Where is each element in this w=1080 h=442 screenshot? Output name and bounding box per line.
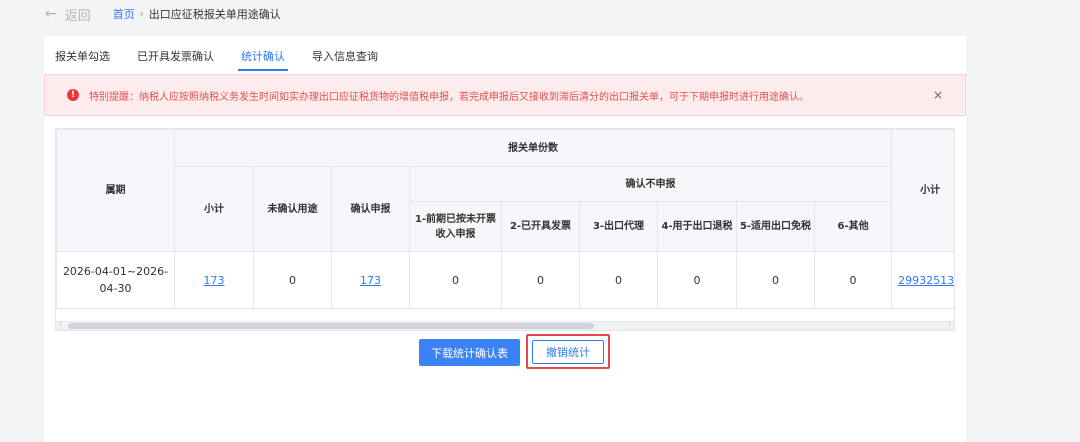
- header-no-report-3: 3-出口代理: [579, 201, 658, 252]
- scroll-right-icon[interactable]: ›: [948, 320, 951, 328]
- tab-statistics-confirm[interactable]: 统计确认: [238, 36, 288, 71]
- header-no-report-1: 1-前期已按未开票收入申报: [409, 201, 502, 252]
- cell-subtotal-link[interactable]: 173: [174, 251, 254, 309]
- alert-banner: ! 特别提醒：纳税人应按照纳税义务发生时间如实办理出口应征税货物的增值税申报，若…: [44, 74, 966, 116]
- top-nav-bar: ← 返回 首页 › 出口应征税报关单用途确认: [0, 0, 1080, 28]
- main-panel: 报关单勾选 已开具发票确认 统计确认 导入信息查询 ! 特别提醒：纳税人应按照纳…: [44, 36, 966, 442]
- breadcrumb-home[interactable]: 首页: [113, 6, 135, 22]
- tab-import-query[interactable]: 导入信息查询: [312, 36, 378, 71]
- cell-no-report-2: 0: [501, 251, 580, 309]
- breadcrumb-current: 出口应征税报关单用途确认: [148, 8, 281, 21]
- statistics-table: 属期 报关单份数 小计 小计 未确认用途 确认申报 确认不申报 1-前期已按未开…: [56, 129, 954, 309]
- tab-invoiced-confirm[interactable]: 已开具发票确认: [137, 36, 214, 71]
- cell-no-report-4: 0: [657, 251, 737, 309]
- header-confirm-report: 确认申报: [331, 166, 410, 252]
- header-unconfirmed: 未确认用途: [253, 166, 332, 252]
- right-subtotal-link-text[interactable]: 29932513.85: [898, 274, 954, 287]
- breadcrumb: 首页 › 出口应征税报关单用途确认: [113, 6, 281, 22]
- header-no-report-5: 5-适用出口免税: [736, 201, 815, 252]
- horizontal-scrollbar[interactable]: ‹ ›: [55, 320, 955, 331]
- header-period: 属期: [56, 129, 175, 252]
- table-row: 2026-04-01~2026-04-30 173 0 173 0 0 0 0 …: [56, 251, 954, 309]
- header-no-report-2: 2-已开具发票: [501, 201, 580, 252]
- header-right-subtotal: 小计: [891, 129, 954, 252]
- confirm-report-link-text[interactable]: 173: [360, 274, 381, 287]
- cell-confirm-report-link[interactable]: 173: [331, 251, 410, 309]
- scrollbar-thumb[interactable]: [68, 323, 594, 329]
- back-button[interactable]: ← 返回: [45, 5, 91, 24]
- header-declaration-count: 报关单份数: [173, 129, 893, 167]
- cell-unconfirmed: 0: [253, 251, 332, 309]
- cell-right-subtotal-link[interactable]: 29932513.85: [891, 251, 954, 309]
- cell-no-report-5: 0: [736, 251, 815, 309]
- cell-no-report-6: 0: [813, 251, 893, 309]
- cell-period: 2026-04-01~2026-04-30: [56, 251, 175, 309]
- close-icon[interactable]: ×: [933, 88, 943, 102]
- back-label: 返回: [64, 8, 91, 24]
- scroll-left-icon[interactable]: ‹: [59, 320, 62, 328]
- warning-circle-icon: !: [67, 89, 79, 101]
- header-no-report-6: 6-其他: [813, 201, 893, 252]
- subtotal-link-text[interactable]: 173: [204, 274, 225, 287]
- revoke-statistics-button[interactable]: 撤销统计: [532, 340, 604, 364]
- header-subtotal: 小计: [174, 166, 254, 252]
- tab-declaration-select[interactable]: 报关单勾选: [55, 36, 110, 71]
- cell-no-report-1: 0: [409, 251, 502, 309]
- statistics-table-container[interactable]: 属期 报关单份数 小计 小计 未确认用途 确认申报 确认不申报 1-前期已按未开…: [55, 128, 955, 322]
- alert-text: 特别提醒：纳税人应按照纳税义务发生时间如实办理出口应征税货物的增值税申报，若完成…: [89, 91, 809, 103]
- download-statistics-button[interactable]: 下载统计确认表: [419, 339, 520, 366]
- tab-bar: 报关单勾选 已开具发票确认 统计确认 导入信息查询: [44, 36, 966, 71]
- header-no-report-4: 4-用于出口退税: [657, 201, 737, 252]
- header-confirm-no-report: 确认不申报: [408, 166, 893, 202]
- cell-no-report-3: 0: [579, 251, 658, 309]
- breadcrumb-separator-icon: ›: [139, 8, 144, 20]
- back-arrow-icon: ←: [45, 6, 57, 22]
